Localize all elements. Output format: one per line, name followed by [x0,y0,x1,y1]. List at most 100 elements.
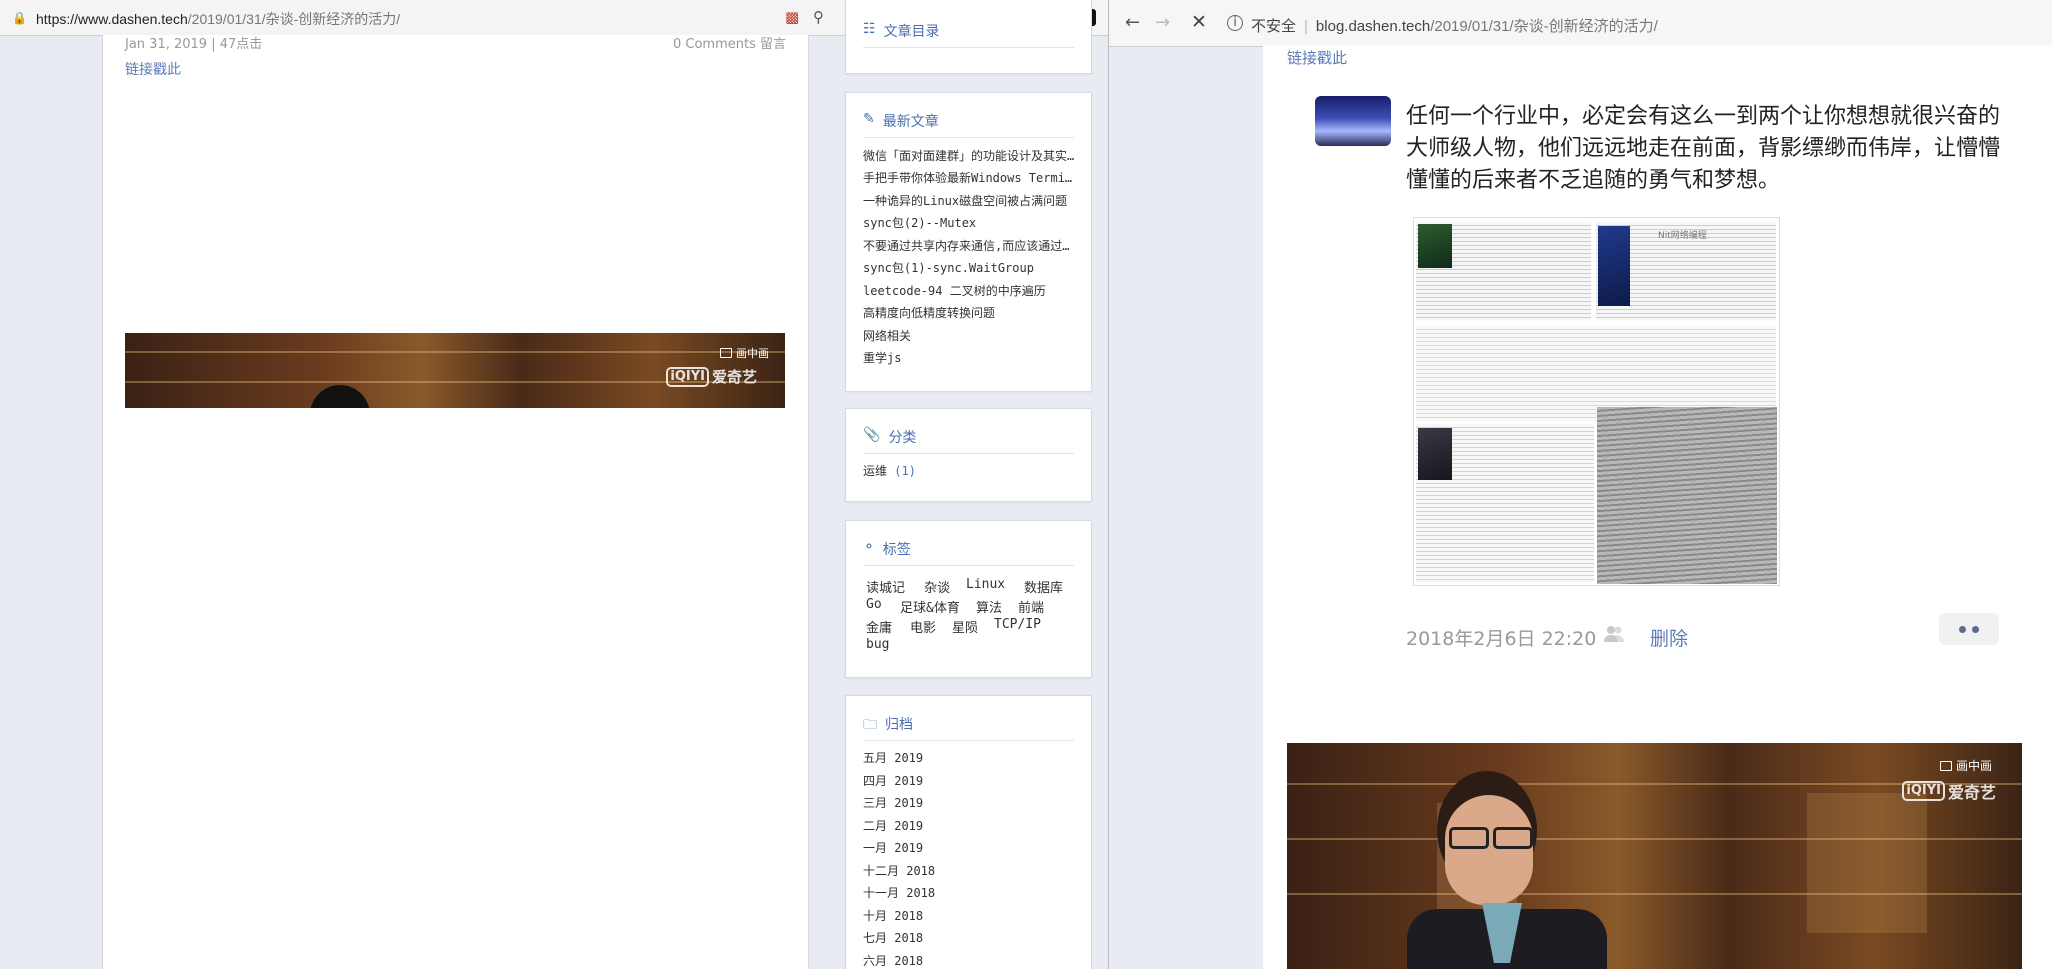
tag-link[interactable]: TCP/IP [994,617,1041,632]
archive-link[interactable]: 六月 2018 [863,952,923,969]
archive-link[interactable]: 七月 2018 [863,929,923,946]
book-collage-image: Nit网络编程 [1413,217,1780,586]
tag-link[interactable]: 电影 [910,617,936,636]
info-icon[interactable]: i [1227,15,1243,31]
archive-link[interactable]: 一月 2019 [863,839,923,856]
person-head [310,385,370,408]
avatar[interactable] [1315,96,1391,146]
paperclip-icon: 📎 [863,427,881,443]
pip-label: 画中画 [1955,759,1992,773]
comments-link[interactable]: 0 Comments 留言 [673,33,786,52]
pip-button[interactable]: 画中画 [720,345,769,361]
recent-post-link[interactable]: 重学js [863,349,1075,366]
zoom-icon[interactable]: ⚲ [813,8,824,26]
tag-link[interactable]: bug [866,637,889,652]
tags-title: ⚬ 标签 [863,539,1074,566]
tag-link[interactable]: 算法 [976,597,1002,616]
archive-widget: 🗀 归档 五月 2019 四月 2019 三月 2019 二月 2019 一月 2… [845,695,1092,969]
tag-link[interactable]: 前端 [1018,597,1044,616]
delete-link[interactable]: 删除 [1650,624,1688,651]
tag-link[interactable]: 杂谈 [924,577,950,596]
toc-title: ☷ 文章目录 [863,21,1074,48]
book-cover [1598,226,1630,306]
post-timestamp: 2018年2月6日 22:20 [1406,628,1597,650]
right-article: 链接戳此 任何一个行业中，必定会有这么一到两个让你想想就很兴奋的大师级人物，他们… [1263,45,2052,969]
list-icon: ☷ [863,21,876,37]
archive-link[interactable]: 十一月 2018 [863,884,935,901]
back-icon[interactable]: ← [1125,14,1140,32]
recent-post-link[interactable]: 网络相关 [863,327,1075,344]
tag-link[interactable]: 金庸 [866,617,892,636]
tag-link[interactable]: 星陨 [952,617,978,636]
recent-post-link[interactable]: 不要通过共享内存来通信,而应该通过通信来共享内存 [863,237,1075,254]
right-toolbar: ← → ✕ i 不安全 | blog.dashen.tech/2019/01/31/… [1109,0,2052,47]
left-url-path: /2019/01/31/杂谈-创新经济的活力/ [187,11,401,27]
archive-link[interactable]: 十月 2018 [863,907,923,924]
book-cover [1418,224,1452,268]
recent-post-link[interactable]: sync包(2)--Mutex [863,214,1075,231]
category-link[interactable]: 运维 (1) [863,462,916,479]
tag-link[interactable]: 读城记 [866,577,905,596]
video-screenshot: 画中画 iQIYI 爱奇艺 [125,333,785,408]
left-address-bar[interactable]: https://www.dashen.tech/2019/01/31/杂谈-创新… [36,9,400,29]
article-panel: Jan 31, 2019 | 47点击 0 Comments 留言 链接戳此 画… [102,35,809,969]
archive-link[interactable]: 四月 2019 [863,772,923,789]
recent-posts-widget: ✎ 最新文章 微信「面对面建群」的功能设计及其实现 手把手带你体验最新Window… [845,92,1092,392]
pip-icon [1939,760,1952,771]
lock-icon: 🔒 [12,11,27,25]
collage-header: Nit网络编程 [1658,231,1707,241]
right-url-base: blog.dashen.tech [1315,18,1431,35]
article-meta: Jan 31, 2019 | 47点击 [125,37,263,52]
blocked-icon[interactable]: ▩ [785,8,799,26]
recent-post-link[interactable]: 高精度向低精度转换问题 [863,304,1075,321]
iqiyi-brand: 爱奇艺 [711,368,757,386]
video-screenshot: 画中画 iQIYI 爱奇艺 [1287,743,2022,969]
archive-link[interactable]: 十二月 2018 [863,862,935,879]
iqiyi-logo: iQIYI 爱奇艺 [1902,779,1996,803]
recent-post-link[interactable]: 微信「面对面建群」的功能设计及其实现 [863,147,1075,164]
toc-title-text: 文章目录 [883,24,940,40]
left-browser-window: 🔒 https://www.dashen.tech/2019/01/31/杂谈-… [0,0,1108,969]
recent-post-link[interactable]: 手把手带你体验最新Windows Terminal [863,169,1075,186]
person-face [1445,795,1533,905]
recent-post-link[interactable]: 一种诡异的Linux磁盘空间被占满问题 [863,192,1075,209]
iqiyi-mark: iQIYI [666,366,709,387]
tag-link[interactable]: 数据库 [1024,577,1063,596]
archive-title: 🗀 归档 [863,714,1074,741]
pip-label: 画中画 [736,347,769,360]
archive-link[interactable]: 二月 2019 [863,817,923,834]
categories-widget: 📎 分类 运维 (1) [845,408,1092,502]
tags-title-text: 标签 [882,542,911,558]
forward-icon[interactable]: → [1155,14,1170,32]
recent-post-link[interactable]: sync包(1)-sync.WaitGroup [863,259,1075,276]
tags-widget: ⚬ 标签 读城记 杂谈 Linux 数据库 Go 足球&体育 算法 前端 金庸 电… [845,520,1092,678]
book-cover [1418,428,1452,480]
pip-icon [720,348,732,358]
folder-icon: 🗀 [863,717,877,733]
categories-title-text: 分类 [888,430,917,446]
recent-title-text: 最新文章 [882,114,939,130]
category-name: 运维 [863,464,888,478]
tag-link[interactable]: Linux [966,577,1005,592]
iqiyi-logo: iQIYI 爱奇艺 [666,366,757,387]
edit-icon: ✎ [863,111,875,127]
pip-button[interactable]: 画中画 [1939,757,1992,774]
tag-link[interactable]: 足球&体育 [900,597,960,616]
recent-post-link[interactable]: leetcode-94 二叉树的中序遍历 [863,282,1075,299]
tag-link[interactable]: Go [866,597,882,612]
quote-text: 任何一个行业中，必定会有这么一到两个让你想想就很兴奋的大师级人物，他们远远地走在… [1406,104,2001,193]
archive-link[interactable]: 三月 2019 [863,794,923,811]
glasses [1449,827,1489,849]
tag-icon: ⚬ [863,539,875,555]
more-icon[interactable] [1939,613,1999,645]
user-icon [1604,626,1624,642]
iqiyi-brand: 爱奇艺 [1947,783,1996,802]
permalink-link[interactable]: 链接戳此 [125,59,181,79]
archive-link[interactable]: 五月 2019 [863,749,923,766]
stop-icon[interactable]: ✕ [1191,13,1207,32]
categories-title: 📎 分类 [863,427,1074,454]
permalink-link[interactable]: 链接戳此 [1287,47,1347,68]
book-page-photo [1597,407,1777,584]
archive-title-text: 归档 [885,717,913,733]
right-address-bar[interactable]: 不安全 | blog.dashen.tech/2019/01/31/杂谈-创新经济的… [1251,15,1658,36]
